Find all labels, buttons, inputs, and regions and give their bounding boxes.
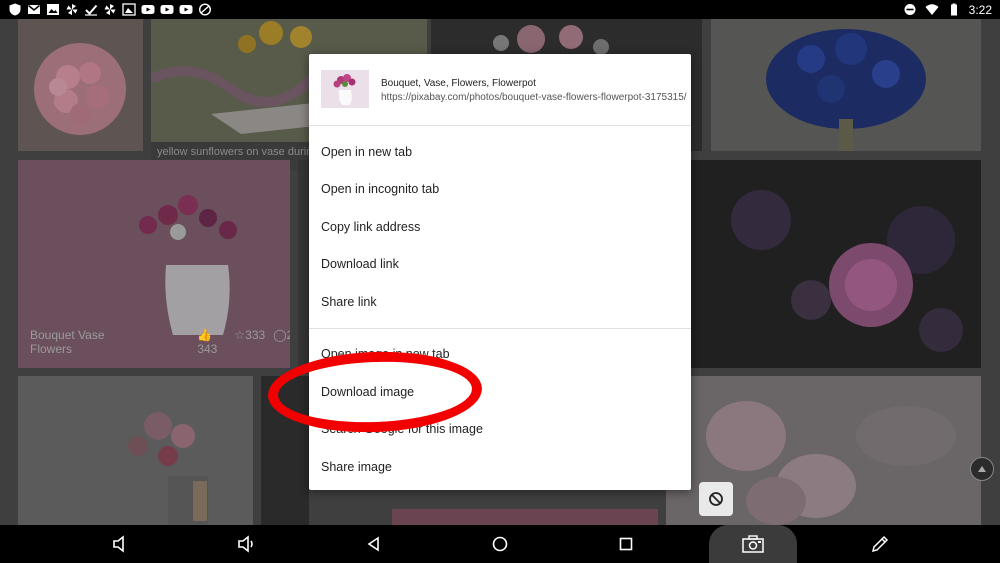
pen-button[interactable] [868,525,892,563]
back-icon [367,536,379,552]
image-thumbnail [321,70,369,108]
recents-icon [619,537,633,551]
youtube-icon [160,3,174,16]
volume-up-icon [238,535,253,553]
favorites-count[interactable]: ☆333 [234,328,265,356]
volume-down-icon [113,535,124,553]
stop-button[interactable] [699,482,733,516]
youtube-icon [141,3,155,16]
block-icon [709,492,723,506]
status-clock: 3:22 [968,2,992,17]
gallery-icon [122,3,136,16]
battery-icon [947,3,961,16]
pen-icon [871,535,889,553]
comments-count[interactable]: ◯22 [273,328,290,356]
volume-up-button[interactable] [234,525,260,563]
home-icon [492,536,508,552]
context-menu-header: Bouquet, Vase, Flowers, Flowerpot https:… [309,54,691,126]
volume-down-button[interactable] [108,525,132,563]
screenshot-button[interactable] [709,525,797,563]
navigation-bar [0,525,1000,563]
pinwheel-icon [65,3,79,16]
menu-item-open-incognito-tab[interactable]: Open in incognito tab [309,171,691,209]
home-button[interactable] [488,525,512,563]
camera-icon [742,535,764,553]
gallery-photo[interactable] [392,509,658,525]
back-button[interactable] [362,525,386,563]
menu-item-share-link[interactable]: Share link [309,283,691,321]
likes-count[interactable]: 👍343 [197,328,226,356]
context-menu-url: https://pixabay.com/photos/bouquet-vase-… [381,92,687,103]
gallery-photo[interactable]: Bouquet Vase Flowers 👍343 ☆333 ◯22 [18,160,290,368]
recents-button[interactable] [614,525,638,563]
triangle-up-icon [978,466,986,472]
scroll-to-top-button[interactable] [970,457,994,481]
menu-item-share-image[interactable]: Share image [309,448,691,486]
gallery-photo[interactable] [691,160,981,368]
gmail-icon [27,3,41,16]
context-menu-title: Bouquet, Vase, Flowers, Flowerpot [381,78,536,89]
menu-item-download-link[interactable]: Download link [309,246,691,284]
gallery-photo[interactable] [711,19,981,151]
menu-item-copy-link-address[interactable]: Copy link address [309,208,691,246]
android-screen: 3:22 yellow sunflowers on vase during d … [0,0,1000,563]
shield-icon [8,3,22,16]
image-icon [46,3,60,16]
menu-item-open-new-tab[interactable]: Open in new tab [309,133,691,171]
do-not-disturb-icon [903,3,917,16]
checkmark-icon [84,3,98,16]
clock-icon [198,3,212,16]
youtube-icon [179,3,193,16]
pinwheel-icon [103,3,117,16]
link-actions-group: Open in new tab Open in incognito tab Co… [309,126,691,328]
status-bar: 3:22 [0,0,1000,19]
gallery-photo[interactable] [18,376,253,525]
photo-tags: Bouquet Vase Flowers [30,328,105,356]
wifi-icon [925,3,939,16]
gallery-photo[interactable] [18,19,143,151]
